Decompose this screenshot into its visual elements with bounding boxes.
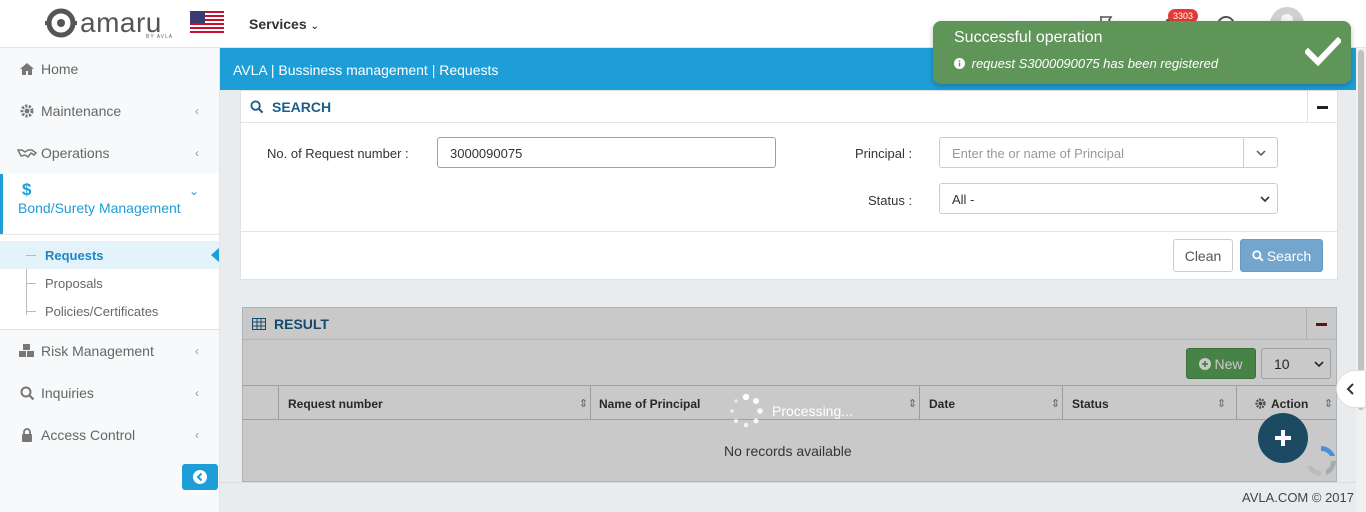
sidebar-item-label: Inquiries xyxy=(41,385,94,401)
chevron-left-icon: ‹ xyxy=(195,104,199,118)
toast-message-text: request S3000090075 has been registered xyxy=(971,56,1219,71)
success-toast[interactable]: Successful operation request S3000090075… xyxy=(933,21,1351,84)
logo-subtitle: BY AVLA xyxy=(146,34,174,40)
sidebar-item-bond-surety[interactable]: $ Bond/Surety Management ⌄ xyxy=(0,174,219,234)
plus-icon xyxy=(1275,430,1291,446)
search-button[interactable]: Search xyxy=(1240,239,1323,272)
sidebar-subitem-label: Requests xyxy=(45,247,104,263)
search-icon xyxy=(250,99,264,113)
sidebar-item-risk-management[interactable]: Risk Management ‹ xyxy=(0,330,219,372)
home-icon xyxy=(17,61,37,77)
search-panel: SEARCH No. of Request number : 300009007… xyxy=(240,90,1338,280)
footer: AVLA.COM © 2017 xyxy=(220,482,1366,512)
chevron-down-icon xyxy=(1260,196,1270,203)
request-number-label: No. of Request number : xyxy=(267,146,409,161)
logo[interactable]: amaru xyxy=(44,8,162,38)
sidebar-item-label: Bond/Surety Management xyxy=(18,200,181,216)
sidebar-item-home[interactable]: Home xyxy=(0,48,219,90)
sidebar-subitem-proposals[interactable]: Proposals xyxy=(0,269,219,297)
principal-label: Principal : xyxy=(855,146,913,161)
sidebar: Home Maintenance ‹ Operations ‹ $ Bond/S… xyxy=(0,48,220,512)
sidebar-subnav: Requests Proposals Policies/Certificates xyxy=(0,234,219,330)
processing-indicator: Processing... xyxy=(728,393,853,429)
search-icon xyxy=(17,385,37,401)
principal-input[interactable]: Enter the or name of Principal xyxy=(939,137,1278,168)
sidebar-item-label: Risk Management xyxy=(41,343,154,359)
page-scrollbar[interactable] xyxy=(1356,48,1366,512)
us-flag-icon[interactable] xyxy=(190,11,224,35)
chevron-left-icon xyxy=(1346,383,1354,395)
checkmark-icon xyxy=(1305,37,1341,67)
cubes-icon xyxy=(17,343,37,359)
sidebar-item-access-control[interactable]: Access Control ‹ xyxy=(0,414,219,456)
footer-copyright: AVLA.COM © 2017 xyxy=(1242,490,1354,505)
logo-text: amaru xyxy=(80,7,162,38)
sidebar-item-operations[interactable]: Operations ‹ xyxy=(0,132,219,174)
scrollbar-thumb[interactable] xyxy=(1358,50,1364,410)
processing-text: Processing... xyxy=(772,403,853,419)
sidebar-item-inquiries[interactable]: Inquiries ‹ xyxy=(0,372,219,414)
sidebar-subitem-label: Policies/Certificates xyxy=(45,303,159,319)
toast-title: Successful operation xyxy=(954,29,1103,46)
request-number-input[interactable]: 3000090075 xyxy=(437,137,776,168)
search-panel-title: SEARCH xyxy=(272,98,332,115)
chevron-left-icon: ‹ xyxy=(195,146,199,160)
sidebar-subitem-label: Proposals xyxy=(45,275,103,291)
toast-message: request S3000090075 has been registered xyxy=(954,56,1218,71)
chevron-down-icon: ⌄ xyxy=(310,21,319,32)
status-label: Status : xyxy=(868,193,913,208)
search-button-label: Search xyxy=(1266,247,1312,264)
sidebar-item-label: Access Control xyxy=(41,427,136,443)
services-label: Services xyxy=(249,16,307,32)
chevron-down-icon: ⌄ xyxy=(188,184,199,198)
chevron-down-icon xyxy=(1256,149,1266,156)
chevron-left-icon: ‹ xyxy=(195,428,199,442)
spinner-icon xyxy=(730,393,763,428)
clean-button[interactable]: Clean xyxy=(1173,239,1233,272)
minus-icon xyxy=(1317,105,1328,109)
handshake-icon xyxy=(17,145,37,161)
amaru-logo-icon xyxy=(45,8,77,38)
principal-dropdown-button[interactable] xyxy=(1243,137,1278,168)
sidebar-item-label: Home xyxy=(41,61,79,77)
search-panel-divider xyxy=(241,231,1337,232)
chevron-left-icon: ‹ xyxy=(195,386,199,400)
lock-icon xyxy=(17,427,37,443)
info-icon xyxy=(954,58,965,69)
sidebar-item-maintenance[interactable]: Maintenance ‹ xyxy=(0,90,219,132)
chevron-left-icon: ‹ xyxy=(195,344,199,358)
status-select[interactable]: All - xyxy=(939,183,1278,214)
collapse-search-button[interactable] xyxy=(1307,91,1337,123)
collapse-sidebar-button[interactable] xyxy=(182,464,218,490)
sidebar-subitem-policies[interactable]: Policies/Certificates xyxy=(0,297,219,325)
sidebar-item-label: Operations xyxy=(41,145,110,161)
main-content: SEARCH No. of Request number : 300009007… xyxy=(220,90,1356,482)
right-panel-toggle[interactable] xyxy=(1336,370,1366,408)
gear-icon xyxy=(17,103,37,119)
sidebar-subitem-requests[interactable]: Requests xyxy=(0,241,219,269)
sidebar-item-label: Maintenance xyxy=(41,103,122,119)
recaptcha-icon xyxy=(1307,446,1336,476)
search-panel-header: SEARCH xyxy=(241,91,1337,123)
arrow-left-circle-icon xyxy=(193,470,207,484)
search-icon xyxy=(1252,249,1264,261)
services-menu[interactable]: Services ⌄ xyxy=(249,16,319,32)
